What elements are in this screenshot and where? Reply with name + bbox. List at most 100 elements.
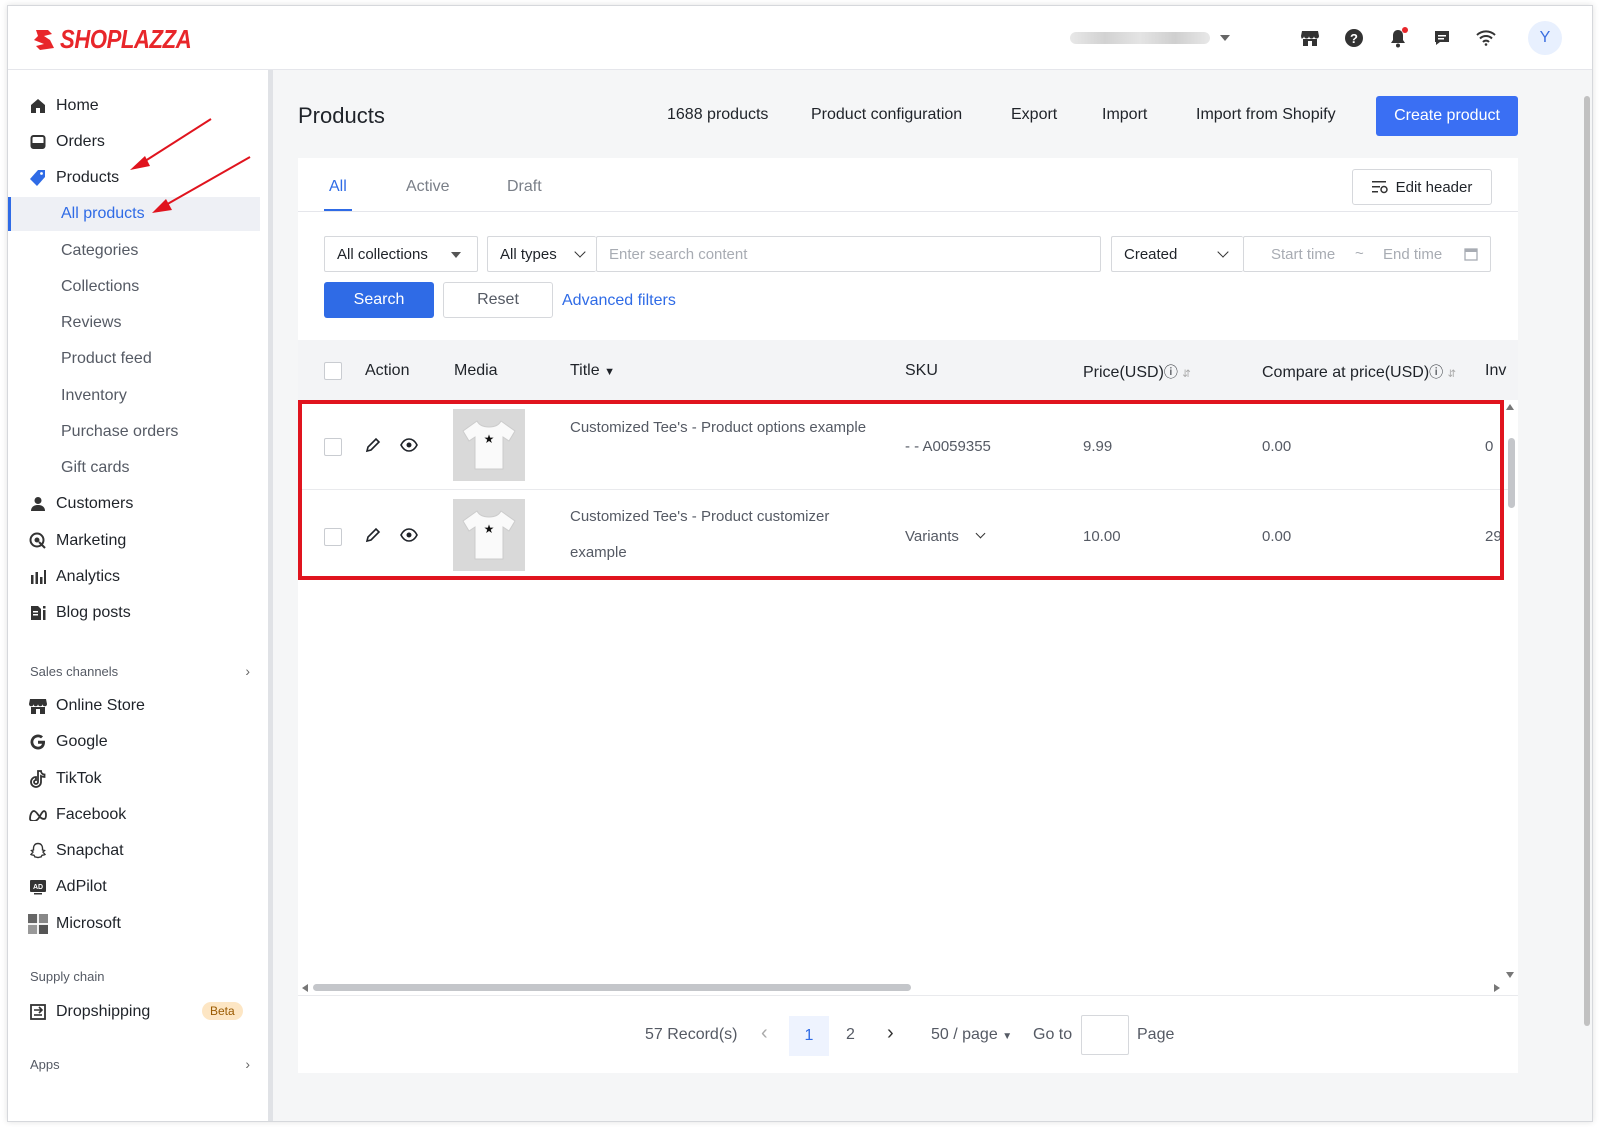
tab-all[interactable]: All (329, 178, 347, 196)
store-icon (28, 696, 48, 716)
goto-page-input[interactable] (1081, 1015, 1129, 1055)
svg-text:?: ? (1350, 31, 1358, 46)
tab-draft[interactable]: Draft (507, 178, 542, 196)
sidebar-item-label: Inventory (61, 387, 127, 404)
caret-down-icon: ▼ (1002, 1031, 1013, 1042)
chevron-down-icon (574, 246, 586, 258)
notification-dot (1402, 27, 1408, 33)
create-product-button[interactable]: Create product (1376, 96, 1518, 136)
marketing-icon (28, 531, 48, 551)
sort-desc-icon: ▼ (604, 366, 615, 378)
export-button[interactable]: Export (1011, 106, 1057, 124)
edit-header-button[interactable]: Edit header (1352, 169, 1492, 205)
sidebar-item-label: TikTok (56, 770, 102, 787)
sort-icon: ⇵ (1447, 369, 1456, 380)
dropshipping-icon (28, 1002, 48, 1022)
sidebar-item-label: Analytics (56, 568, 121, 585)
sidebar-item-tiktok[interactable]: TikTok (8, 762, 260, 796)
search-button[interactable]: Search (324, 282, 434, 318)
page-2-button[interactable]: 2 (846, 1026, 855, 1044)
sidebar-item-marketing[interactable]: Marketing (8, 524, 260, 558)
brand-name: SHOPLAZZA (60, 24, 192, 54)
sidebar-item-analytics[interactable]: Analytics (8, 560, 260, 594)
message-icon[interactable] (1430, 26, 1454, 50)
top-icons: ? (1298, 26, 1518, 50)
sidebar-item-product-feed[interactable]: Product feed (8, 342, 260, 376)
next-page-icon[interactable]: › (887, 1022, 894, 1045)
page-title: Products (298, 103, 385, 128)
avatar[interactable]: Y (1528, 21, 1562, 55)
import-from-shopify-button[interactable]: Import from Shopify (1196, 106, 1336, 124)
search-input[interactable]: Enter search content (596, 236, 1101, 272)
sidebar-item-microsoft[interactable]: Microsoft (8, 907, 260, 941)
column-inventory: Inver (1485, 362, 1507, 379)
sidebar-item-label: Purchase orders (61, 423, 179, 440)
page-1-button[interactable]: 1 (789, 1016, 829, 1056)
types-select[interactable]: All types (487, 236, 596, 272)
range-separator: ~ (1355, 245, 1364, 262)
storefront-icon[interactable] (1298, 26, 1322, 50)
column-compare-price[interactable]: Compare at price(USD)ⓘ ⇵ (1262, 362, 1456, 382)
section-title-text: Supply chain (30, 969, 105, 984)
start-time-input[interactable]: Start time (1271, 246, 1335, 263)
store-selector[interactable] (1070, 30, 1240, 46)
sidebar-item-snapchat[interactable]: Snapchat (8, 834, 260, 868)
supply-chain-header: Supply chain (30, 969, 250, 984)
scroll-right-arrow[interactable] (1494, 984, 1500, 992)
sidebar-item-online-store[interactable]: Online Store (8, 689, 260, 723)
sidebar-item-inventory[interactable]: Inventory (8, 379, 260, 413)
scroll-left-arrow[interactable] (302, 984, 308, 992)
page-scrollbar[interactable] (1584, 96, 1590, 1026)
help-icon[interactable]: ? (1342, 26, 1366, 50)
chevron-right-icon: › (245, 1056, 250, 1072)
sidebar-item-blog-posts[interactable]: Blog posts (8, 596, 260, 630)
sales-channels-header[interactable]: Sales channels › (30, 663, 250, 679)
tab-active[interactable]: Active (406, 178, 450, 196)
bell-icon[interactable] (1386, 26, 1410, 50)
sidebar-item-label: Online Store (56, 697, 145, 714)
types-value: All types (500, 245, 557, 263)
sidebar-item-google[interactable]: Google (8, 725, 260, 759)
column-title[interactable]: Title ▼ (570, 362, 615, 380)
collections-select[interactable]: All collections (324, 236, 478, 272)
svg-text:AD: AD (33, 884, 43, 891)
sidebar-item-facebook[interactable]: Facebook (8, 798, 260, 832)
horizontal-scrollbar[interactable] (313, 984, 911, 991)
scroll-up-arrow[interactable] (1506, 404, 1514, 410)
column-price[interactable]: Price(USD)ⓘ ⇵ (1083, 362, 1191, 382)
date-range-picker[interactable]: Start time ~ End time (1243, 236, 1491, 272)
sidebar-item-collections[interactable]: Collections (8, 270, 260, 304)
shoplazza-logo[interactable]: SHOPLAZZA (30, 24, 214, 55)
sidebar-item-label: Facebook (56, 806, 127, 823)
import-button[interactable]: Import (1102, 106, 1147, 124)
advanced-filters-link[interactable]: Advanced filters (562, 292, 676, 310)
prev-page-icon[interactable]: ‹ (761, 1022, 768, 1045)
sidebar-item-label: Blog posts (56, 604, 131, 621)
reset-button[interactable]: Reset (443, 282, 553, 318)
end-time-input[interactable]: End time (1383, 246, 1442, 263)
sidebar-item-gift-cards[interactable]: Gift cards (8, 451, 260, 485)
date-type-select[interactable]: Created (1111, 236, 1243, 272)
sidebar-item-purchase-orders[interactable]: Purchase orders (8, 415, 260, 449)
apps-header[interactable]: Apps › (30, 1056, 250, 1072)
sidebar-item-reviews[interactable]: Reviews (8, 306, 260, 340)
page-label: Page (1137, 1026, 1175, 1043)
collections-value: All collections (337, 245, 428, 263)
scroll-down-arrow[interactable] (1506, 972, 1514, 978)
sidebar-item-adpilot[interactable]: AD AdPilot (8, 870, 260, 904)
product-configuration-button[interactable]: Product configuration (811, 106, 962, 124)
active-tab-indicator (324, 209, 352, 211)
sidebar-item-dropshipping[interactable]: Dropshipping Beta (8, 995, 260, 1029)
annotation-arrows (130, 118, 251, 213)
select-all-checkbox[interactable] (324, 362, 342, 380)
vertical-scrollbar[interactable] (1508, 438, 1515, 508)
caret-down-icon (1220, 35, 1230, 41)
sidebar-item-label: Product feed (61, 350, 152, 367)
table-header: Action Media Title ▼ SKU Price(USD)ⓘ ⇵ C… (298, 340, 1518, 400)
sidebar-item-label: Customers (56, 495, 134, 512)
date-type-value: Created (1124, 245, 1178, 263)
wifi-icon[interactable] (1474, 26, 1498, 50)
snapchat-icon (28, 841, 48, 861)
sidebar-item-customers[interactable]: Customers (8, 487, 260, 521)
page-size-select[interactable]: 50 / page ▼ (931, 1026, 1012, 1044)
